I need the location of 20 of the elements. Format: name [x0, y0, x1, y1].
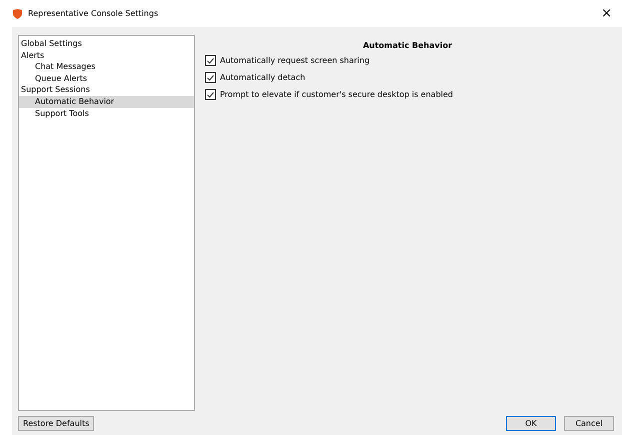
tree-item[interactable]: Chat Messages	[19, 61, 194, 73]
checkbox[interactable]	[205, 72, 216, 83]
option-label: Automatically detach	[220, 73, 306, 82]
cancel-button[interactable]: Cancel	[564, 416, 614, 430]
checkbox[interactable]	[205, 55, 216, 66]
window-title: Representative Console Settings	[28, 9, 160, 18]
tree-item[interactable]: Support Sessions	[19, 84, 194, 96]
shield-icon	[13, 8, 22, 18]
restore-defaults-button[interactable]: Restore Defaults	[18, 416, 94, 430]
option-label: Automatically request screen sharing	[220, 56, 370, 65]
tree-item[interactable]: Global Settings	[19, 38, 194, 50]
checkbox[interactable]	[205, 89, 216, 100]
section-title: Automatic Behavior	[362, 41, 454, 50]
tree-item[interactable]: Support Tools	[19, 108, 194, 120]
ok-button[interactable]: OK	[506, 416, 556, 430]
tree-item[interactable]: Automatic Behavior	[19, 96, 194, 108]
close-button[interactable]: ×	[601, 6, 612, 21]
tree-item[interactable]: Alerts	[19, 50, 194, 62]
tree-item[interactable]: Queue Alerts	[19, 72, 194, 84]
option-label: Prompt to elevate if customer's secure desktop is enabled	[220, 90, 454, 99]
